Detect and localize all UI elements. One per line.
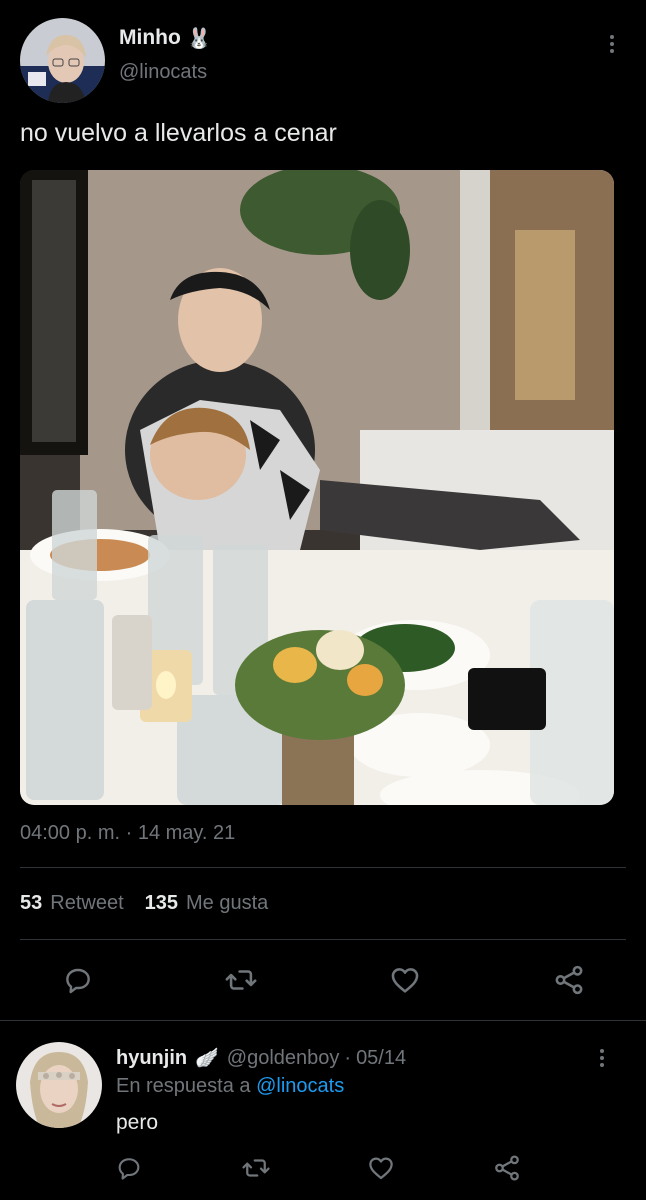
- retweet-count-value: 53: [20, 892, 43, 914]
- reply-reply-icon[interactable]: [114, 1153, 144, 1183]
- author-avatar[interactable]: [20, 18, 105, 103]
- divider: [20, 867, 626, 868]
- in-reply-to-handle[interactable]: @linocats: [256, 1075, 344, 1097]
- heart-icon[interactable]: [387, 962, 423, 998]
- author-name[interactable]: Minho: [119, 26, 181, 50]
- in-reply-to-label: En respuesta a: [116, 1075, 251, 1097]
- retweet-icon[interactable]: [223, 962, 259, 998]
- reply-avatar[interactable]: [16, 1042, 102, 1128]
- author-handle[interactable]: @linocats: [119, 61, 207, 84]
- reply-date[interactable]: 05/14: [356, 1047, 406, 1070]
- dot-separator: ·: [344, 1046, 352, 1069]
- reply-icon[interactable]: [60, 962, 96, 998]
- reply-retweet-icon[interactable]: [241, 1153, 271, 1183]
- reply-author-handle[interactable]: @goldenboy: [227, 1047, 340, 1070]
- retweet-count[interactable]: 53 Retweet: [20, 892, 124, 915]
- like-count-label: Me gusta: [186, 892, 269, 914]
- share-icon[interactable]: [551, 962, 587, 998]
- divider: [20, 939, 626, 940]
- reply-author-name[interactable]: hyunjin: [116, 1047, 187, 1070]
- tweet-photo[interactable]: [20, 170, 614, 805]
- reply-more-options-icon[interactable]: [592, 1046, 612, 1070]
- tweet-timestamp[interactable]: 04:00 p. m. · 14 may. 21: [20, 822, 235, 845]
- divider: [0, 1020, 646, 1021]
- like-count-value: 135: [144, 892, 178, 914]
- reply-heart-icon[interactable]: [366, 1153, 396, 1183]
- author-emoji: 🐰: [186, 27, 212, 50]
- retweet-count-label: Retweet: [50, 892, 124, 914]
- reply-author-emoji: 🪽: [195, 1048, 219, 1069]
- more-options-icon[interactable]: [602, 32, 622, 56]
- reply-share-icon[interactable]: [492, 1153, 522, 1183]
- reply-text: pero: [116, 1111, 159, 1134]
- tweet-text: no vuelvo a llevarlos a cenar: [20, 119, 337, 147]
- like-count[interactable]: 135 Me gusta: [145, 892, 269, 915]
